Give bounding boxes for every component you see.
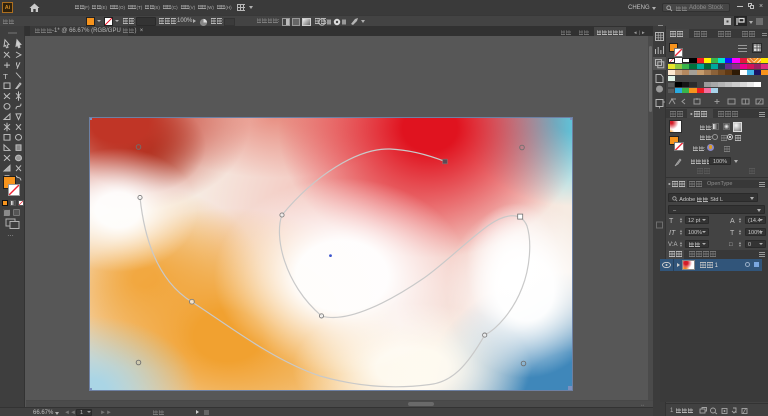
svg-text:T: T <box>3 72 8 81</box>
